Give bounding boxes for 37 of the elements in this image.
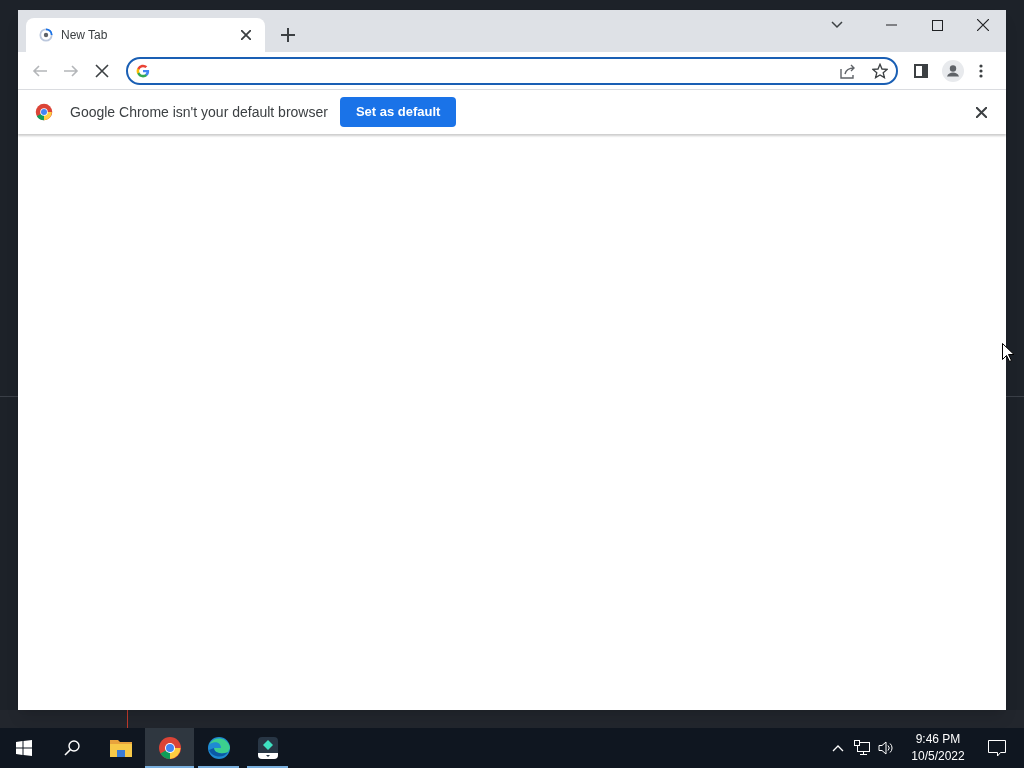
close-icon [975,106,987,118]
google-icon [136,63,150,78]
set-as-default-button[interactable]: Set as default [339,97,457,127]
arrow-right-icon [62,62,79,79]
side-panel-icon[interactable] [914,63,928,78]
close-icon [977,19,989,31]
clock-date[interactable]: 10/5/2022 [911,748,965,765]
arrow-left-icon [31,62,48,79]
network-icon[interactable] [854,740,870,756]
maximize-icon [931,19,943,31]
close-icon [241,30,251,40]
browser-tab[interactable]: New Tab [26,18,265,52]
clock-time[interactable]: 9:46 PM [915,731,961,748]
share-icon[interactable] [840,62,856,79]
notifications-button[interactable] [988,739,1006,757]
menu-icon[interactable] [979,63,983,78]
volume-icon[interactable] [878,740,894,756]
chevron-up-icon[interactable] [832,744,844,752]
star-icon[interactable] [872,62,888,79]
speech-bubble-icon [988,739,1006,757]
wave-icon [206,736,231,760]
profile-avatar[interactable] [942,59,964,82]
address-bar[interactable] [126,56,898,85]
infobar-message: Google Chrome isn't your default browser [70,102,328,122]
taskbar-app-button[interactable] [145,728,194,768]
chevron-down-icon [831,21,843,29]
plus-icon [281,28,295,42]
chrome-icon [35,103,53,121]
chrome-icon [157,736,182,760]
minimize-icon [885,24,897,26]
tab-title: New Tab [61,27,109,44]
windows-logo-icon [16,740,32,756]
close-tab-button[interactable] [240,29,252,41]
close-infobar-button[interactable] [974,105,988,119]
loading-spinner-icon [39,28,53,42]
search-icon [64,740,80,756]
close-icon [93,62,110,79]
